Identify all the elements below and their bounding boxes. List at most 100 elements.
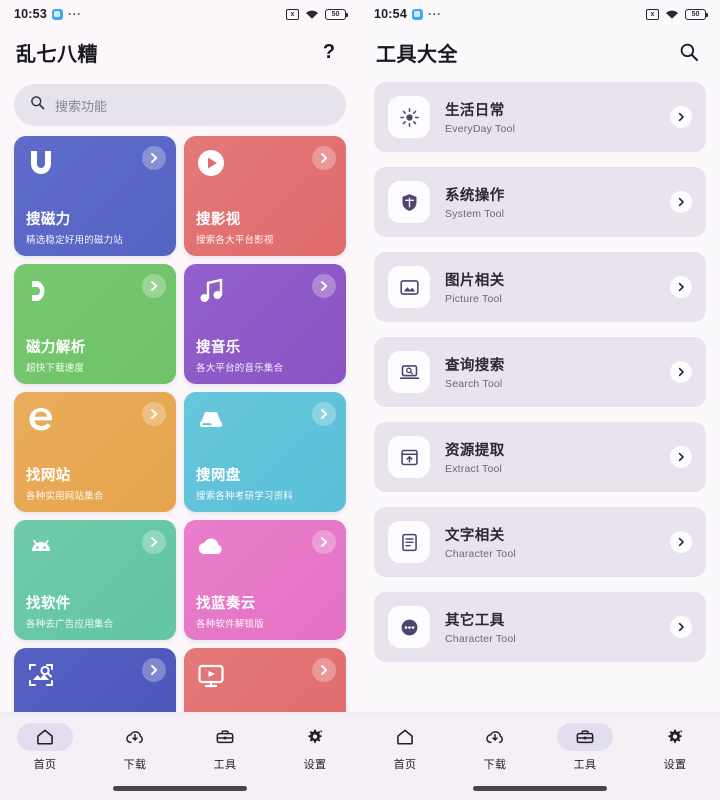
gear-icon <box>647 723 703 751</box>
tool-title: 文字相关 <box>445 528 505 544</box>
chevron-right-icon[interactable] <box>670 276 692 298</box>
status-bar-left-group: 10:53 ··· <box>14 7 81 21</box>
search-icon[interactable] <box>674 37 704 67</box>
music-note-icon <box>196 276 226 306</box>
chevron-right-icon[interactable] <box>670 446 692 468</box>
tool-title: 系统操作 <box>445 188 505 204</box>
tool-category-row[interactable]: 图片相关 Picture Tool <box>374 252 706 322</box>
nav-label: 工具 <box>573 759 597 771</box>
tool-subtitle: EveryDay Tool <box>445 123 516 135</box>
help-question-label: ? <box>322 40 336 63</box>
tool-text-group: 系统操作 System Tool <box>445 184 505 220</box>
wifi-icon <box>665 9 679 20</box>
laptop-search-icon <box>388 351 430 393</box>
chevron-right-icon[interactable] <box>312 146 336 170</box>
tool-subtitle: Character Tool <box>445 548 516 560</box>
card-spacer <box>26 178 164 212</box>
tool-title: 其它工具 <box>445 613 505 629</box>
card-spacer <box>26 434 164 468</box>
tool-category-row[interactable]: 查询搜索 Search Tool <box>374 337 706 407</box>
document-text-icon <box>388 521 430 563</box>
chevron-right-icon[interactable] <box>312 402 336 426</box>
feature-card[interactable] <box>184 648 346 712</box>
feature-card[interactable]: 搜网盘 搜索各种考研学习资料 <box>184 392 346 512</box>
nav-item-toolbox[interactable]: 工具 <box>540 723 630 772</box>
battery-icon: 50 <box>325 8 348 20</box>
feature-card[interactable]: 搜影视 搜索各大平台影视 <box>184 136 346 256</box>
status-bar-right-group: x 50 <box>286 8 348 20</box>
card-spacer <box>26 562 164 596</box>
status-bar-left: 10:53 ··· x 50 <box>0 0 360 28</box>
battery-icon: 50 <box>685 8 708 20</box>
hard-disk-icon <box>196 404 226 434</box>
chevron-right-icon[interactable] <box>142 274 166 298</box>
chevron-right-icon[interactable] <box>670 106 692 128</box>
chevron-right-icon[interactable] <box>670 531 692 553</box>
nav-item-cloud-download[interactable]: 下载 <box>90 723 180 772</box>
feature-card[interactable]: 找蓝奏云 各种软件解锁版 <box>184 520 346 640</box>
card-subtitle: 各种实用网站集合 <box>26 491 104 502</box>
feature-card[interactable]: 磁力解析 超快下载速度 <box>14 264 176 384</box>
chevron-right-icon[interactable] <box>670 361 692 383</box>
nav-item-cloud-download[interactable]: 下载 <box>450 723 540 772</box>
feature-card[interactable]: 找软件 各种去广告应用集合 <box>14 520 176 640</box>
page-title: 乱七八糟 <box>16 43 98 66</box>
tool-category-row[interactable]: 文字相关 Character Tool <box>374 507 706 577</box>
feature-card[interactable]: 搜音乐 各大平台的音乐集合 <box>184 264 346 384</box>
nav-item-home[interactable]: 首页 <box>0 723 90 772</box>
search-icon <box>30 95 45 115</box>
card-spacer <box>26 690 164 712</box>
status-bar-right-group: x 50 <box>646 8 708 20</box>
tool-category-row[interactable]: 资源提取 Extract Tool <box>374 422 706 492</box>
tool-text-group: 文字相关 Character Tool <box>445 524 516 560</box>
archive-upload-icon <box>388 436 430 478</box>
notification-overflow-dots: ··· <box>427 7 442 21</box>
feature-card[interactable] <box>14 648 176 712</box>
gesture-home-bar[interactable] <box>473 786 607 791</box>
home-icon <box>17 723 73 751</box>
card-subtitle: 各种去广告应用集合 <box>26 619 114 630</box>
card-spacer <box>196 562 334 596</box>
search-input[interactable]: 搜索功能 <box>14 84 346 126</box>
tool-title: 查询搜索 <box>445 358 505 374</box>
status-time: 10:54 <box>374 7 407 21</box>
tool-category-row[interactable]: 系统操作 System Tool <box>374 167 706 237</box>
notification-app-icon <box>51 8 63 20</box>
nav-item-toolbox[interactable]: 工具 <box>180 723 270 772</box>
chevron-right-icon[interactable] <box>142 658 166 682</box>
cloud-download-icon <box>467 723 523 751</box>
nav-label: 下载 <box>483 759 507 771</box>
card-title: 搜磁力 <box>26 212 71 229</box>
gesture-home-bar[interactable] <box>113 786 247 791</box>
tool-category-row[interactable]: 其它工具 Character Tool <box>374 592 706 662</box>
chevron-right-icon[interactable] <box>312 274 336 298</box>
chevron-right-icon[interactable] <box>312 658 336 682</box>
feature-card[interactable]: 搜磁力 精选稳定好用的磁力站 <box>14 136 176 256</box>
feature-card[interactable]: 找网站各种实用网站集合 <box>14 392 176 512</box>
chevron-right-icon[interactable] <box>670 616 692 638</box>
page-title: 工具大全 <box>376 43 458 66</box>
help-question-icon[interactable]: ? <box>314 37 344 67</box>
chevron-right-icon[interactable] <box>142 146 166 170</box>
app-bar-left: 乱七八糟 ? <box>0 28 360 76</box>
sun-icon <box>388 96 430 138</box>
card-subtitle: 搜索各大平台影视 <box>196 235 274 246</box>
card-subtitle: 超快下载速度 <box>26 363 85 374</box>
shield-icon <box>388 181 430 223</box>
chevron-right-icon[interactable] <box>142 530 166 554</box>
tool-category-row[interactable]: 生活日常 EveryDay Tool <box>374 82 706 152</box>
nav-item-gear[interactable]: 设置 <box>270 723 360 772</box>
magnet-u-icon <box>26 148 56 178</box>
app-bar-right: 工具大全 <box>360 28 720 76</box>
nav-item-home[interactable]: 首页 <box>360 723 450 772</box>
nav-item-gear[interactable]: 设置 <box>630 723 720 772</box>
tool-subtitle: Extract Tool <box>445 463 503 475</box>
chevron-right-icon[interactable] <box>670 191 692 213</box>
chevron-right-icon[interactable] <box>312 530 336 554</box>
card-title: 找网站 <box>26 468 71 485</box>
chevron-right-icon[interactable] <box>142 402 166 426</box>
mute-icon: x <box>646 8 659 20</box>
card-title: 搜音乐 <box>196 340 241 357</box>
magnet-icon <box>26 276 56 306</box>
status-time: 10:53 <box>14 7 47 21</box>
